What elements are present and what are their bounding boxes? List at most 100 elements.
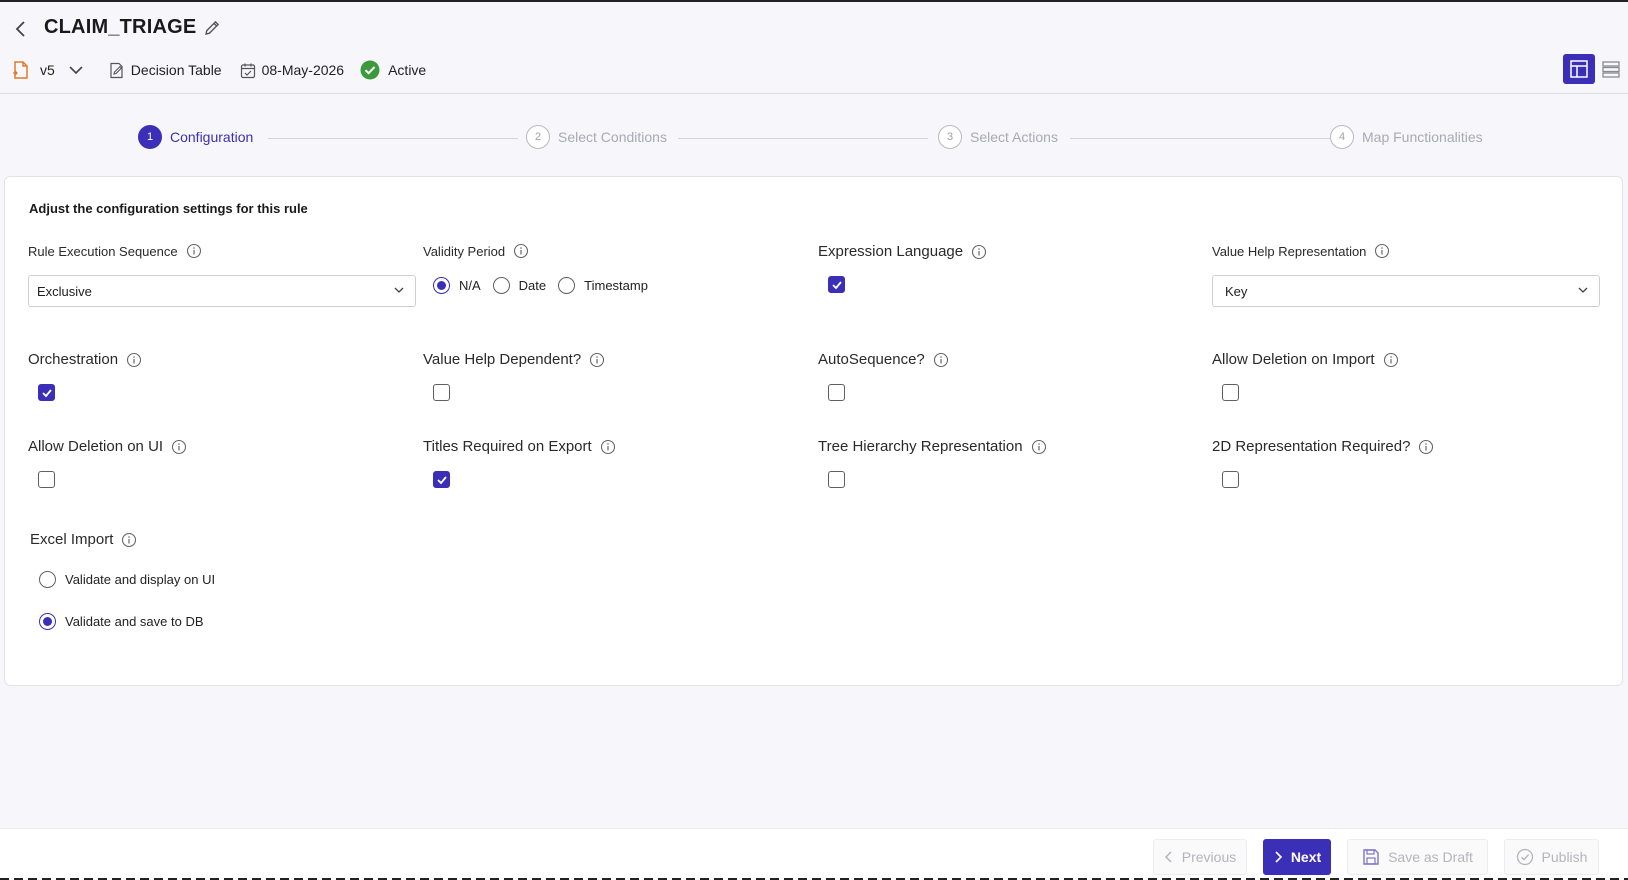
radio-timestamp[interactable]	[558, 277, 576, 294]
orchestration-checkbox[interactable]	[38, 384, 55, 401]
info-icon[interactable]	[1383, 352, 1399, 368]
previous-button[interactable]: Previous	[1153, 839, 1247, 875]
info-icon[interactable]	[171, 439, 187, 455]
field-label: Orchestration	[28, 351, 119, 368]
view-toggle	[1563, 54, 1627, 84]
field-label: Validity Period	[423, 243, 506, 259]
edit-icon[interactable]	[202, 18, 222, 38]
chevron-down-icon	[393, 284, 405, 299]
version-label: v5	[40, 62, 55, 78]
info-icon[interactable]	[589, 352, 605, 368]
info-icon[interactable]	[126, 352, 142, 368]
info-icon[interactable]	[186, 243, 202, 259]
radio-label: Date	[518, 278, 547, 293]
button-label: Next	[1290, 849, 1322, 865]
allow-deletion-on-import-checkbox[interactable]	[1222, 384, 1239, 401]
save-as-draft-button[interactable]: Save as Draft	[1347, 839, 1488, 875]
radio-label: N/A	[459, 278, 481, 293]
chevron-down-icon[interactable]	[69, 63, 83, 77]
field-label: 2D Representation Required?	[1212, 438, 1411, 455]
decision-table-icon	[109, 62, 125, 79]
titles-required-on-export-field: Titles Required on Export	[423, 438, 616, 488]
info-icon[interactable]	[1374, 243, 1390, 259]
version-file-icon	[12, 60, 30, 80]
select-value: Key	[1225, 283, 1248, 299]
configuration-card: Adjust the configuration settings for th…	[4, 176, 1623, 686]
radio-validate-save[interactable]	[39, 613, 56, 630]
excel-import-option-save[interactable]: Validate and save to DB	[39, 613, 216, 630]
step-connector	[1070, 138, 1330, 139]
step-label: Map Functionalities	[1362, 129, 1483, 145]
two-d-representation-required-checkbox[interactable]	[1222, 471, 1239, 488]
chevron-left-icon	[1164, 851, 1172, 863]
auto-sequence-field: AutoSequence?	[818, 351, 949, 401]
rule-execution-sequence-select[interactable]: Exclusive	[28, 275, 416, 307]
back-icon[interactable]	[10, 18, 32, 40]
step-connector	[268, 138, 518, 139]
value-help-representation-select[interactable]: Key	[1212, 275, 1600, 307]
expression-language-checkbox[interactable]	[828, 276, 845, 293]
next-button[interactable]: Next	[1263, 839, 1331, 875]
radio-label: Timestamp	[584, 278, 648, 293]
field-label: Expression Language	[818, 243, 964, 260]
button-label: Previous	[1181, 849, 1237, 865]
step-select-conditions[interactable]: 2 Select Conditions	[526, 125, 667, 149]
step-label: Select Actions	[970, 129, 1058, 145]
publish-button[interactable]: Publish	[1504, 839, 1599, 875]
allow-deletion-on-ui-field: Allow Deletion on UI	[28, 438, 187, 488]
step-label: Configuration	[170, 129, 254, 145]
tree-hierarchy-representation-checkbox[interactable]	[828, 471, 845, 488]
table-view-icon[interactable]	[1563, 54, 1595, 84]
field-label: Titles Required on Export	[423, 438, 592, 455]
radio-validate-display[interactable]	[39, 571, 56, 588]
active-check-icon	[360, 60, 380, 80]
validity-period-field: Validity Period N/A Date Timestamp	[423, 243, 660, 294]
value-help-dependent-field: Value Help Dependent?	[423, 351, 605, 401]
info-icon[interactable]	[971, 244, 987, 260]
button-label: Publish	[1541, 849, 1588, 865]
step-number: 4	[1330, 125, 1354, 149]
save-icon	[1363, 849, 1379, 865]
step-select-actions[interactable]: 3 Select Actions	[938, 125, 1058, 149]
footer-action-bar: Previous Next Save as Draft Publish	[0, 828, 1628, 880]
select-value: Exclusive	[37, 283, 92, 299]
rule-type-label: Decision Table	[130, 62, 222, 78]
info-icon[interactable]	[513, 243, 529, 259]
chevron-right-icon	[1275, 851, 1282, 863]
validity-period-radios: N/A Date Timestamp	[433, 277, 660, 294]
info-icon[interactable]	[1418, 439, 1434, 455]
field-label: AutoSequence?	[818, 351, 925, 368]
card-heading: Adjust the configuration settings for th…	[29, 201, 308, 216]
field-label: Rule Execution Sequence	[28, 243, 178, 259]
field-label: Excel Import	[30, 531, 114, 548]
info-icon[interactable]	[600, 439, 616, 455]
allow-deletion-on-import-field: Allow Deletion on Import	[1212, 351, 1399, 401]
value-help-representation-field: Value Help Representation Key	[1212, 243, 1600, 307]
rule-meta: v5 Decision Table 08-May-2026 Active	[12, 58, 426, 82]
info-icon[interactable]	[121, 532, 137, 548]
radio-label: Validate and display on UI	[65, 572, 216, 587]
list-view-icon[interactable]	[1595, 54, 1627, 84]
auto-sequence-checkbox[interactable]	[828, 384, 845, 401]
step-connector	[678, 138, 928, 139]
page-title: CLAIM_TRIAGE	[44, 16, 197, 38]
info-icon[interactable]	[933, 352, 949, 368]
step-configuration[interactable]: 1 Configuration	[138, 125, 253, 149]
step-map-functionalities[interactable]: 4 Map Functionalities	[1330, 125, 1483, 149]
radio-date[interactable]	[492, 277, 510, 294]
rule-date: 08-May-2026	[261, 62, 345, 78]
chevron-down-icon	[1577, 284, 1589, 299]
calendar-icon	[240, 62, 256, 79]
excel-import-field: Excel Import	[30, 531, 137, 548]
excel-import-option-display[interactable]: Validate and display on UI	[39, 571, 227, 588]
header-bar: CLAIM_TRIAGE v5 Decision Table 08-May-20…	[0, 2, 1628, 94]
titles-required-on-export-checkbox[interactable]	[433, 471, 450, 488]
allow-deletion-on-ui-checkbox[interactable]	[38, 471, 55, 488]
step-number: 1	[138, 125, 162, 149]
field-label: Allow Deletion on UI	[28, 438, 164, 455]
value-help-dependent-checkbox[interactable]	[433, 384, 450, 401]
info-icon[interactable]	[1031, 439, 1047, 455]
field-label: Tree Hierarchy Representation	[818, 438, 1023, 455]
radio-na[interactable]	[433, 277, 450, 294]
publish-check-icon	[1516, 848, 1533, 866]
